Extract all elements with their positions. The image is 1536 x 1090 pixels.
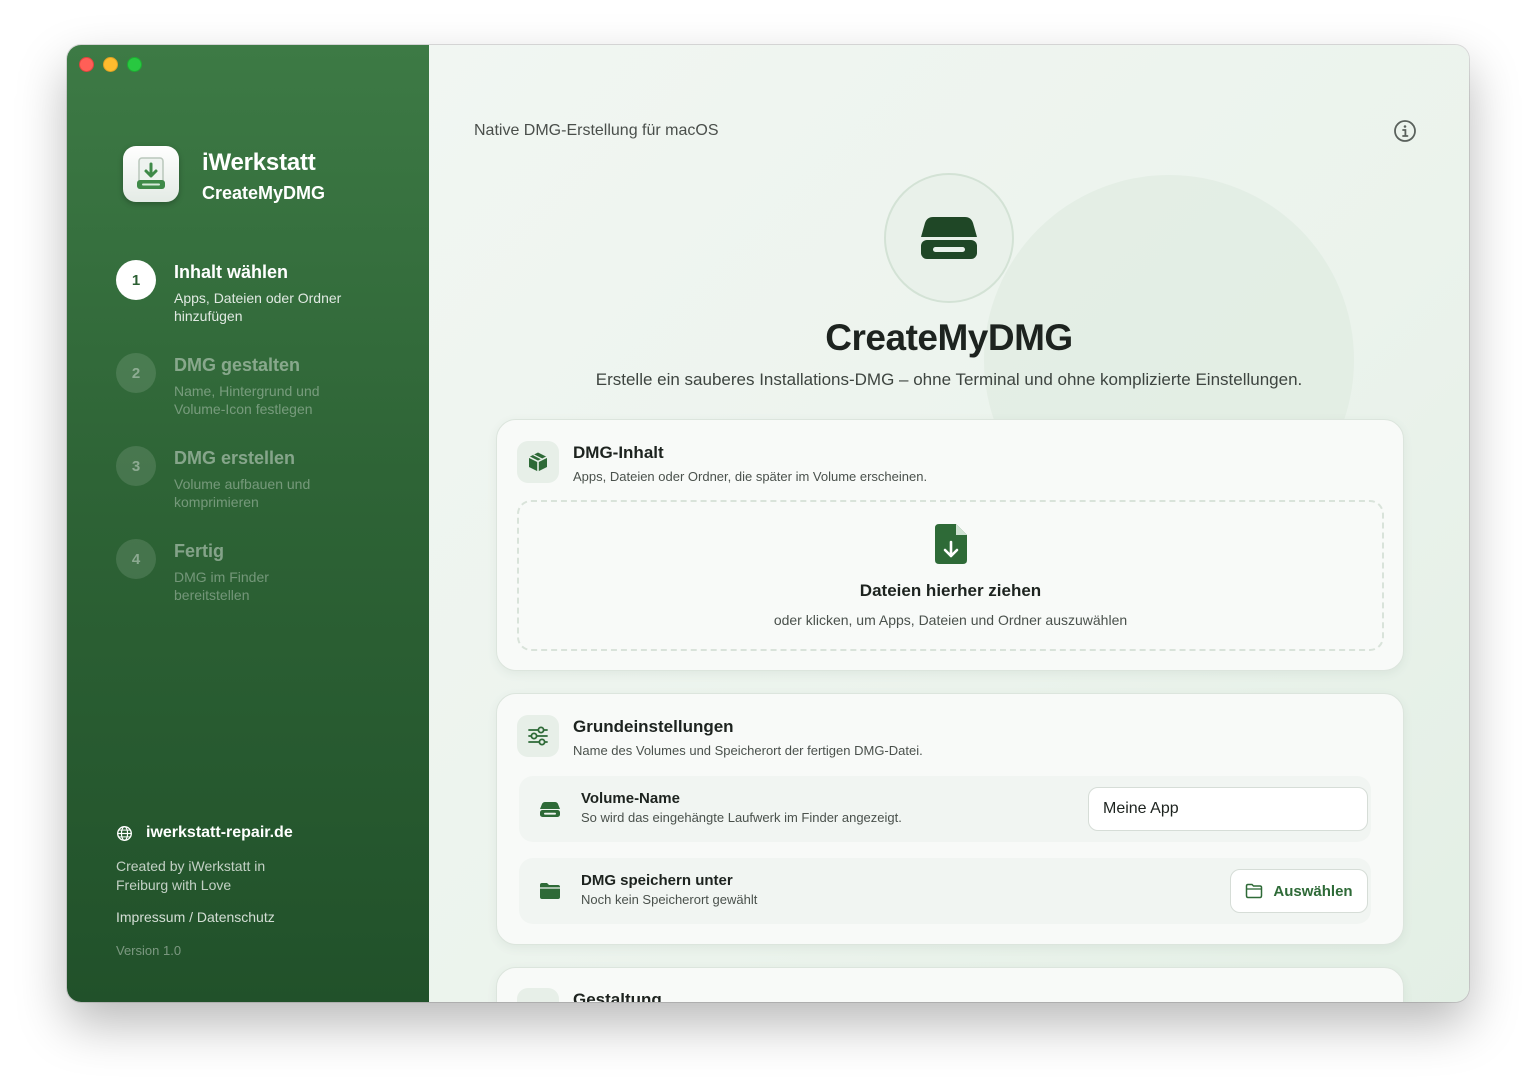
file-download-icon: [935, 524, 967, 564]
step-done[interactable]: 4 Fertig DMG im Finder bereitstellen: [116, 539, 344, 632]
maximize-window-button[interactable]: [127, 57, 142, 72]
card-title: Grundeinstellungen: [573, 717, 734, 736]
card-title: Gestaltung: [573, 990, 662, 1002]
design-card: Gestaltung: [496, 967, 1404, 1002]
card-title: DMG-Inhalt: [573, 443, 664, 462]
brand: iWerkstatt CreateMyDMG: [202, 149, 325, 204]
card-description: Name des Volumes und Speicherort der fer…: [573, 743, 923, 758]
step-description: Volume aufbauen und komprimieren: [174, 476, 311, 510]
sliders-icon: [517, 715, 559, 757]
step-number: 1: [116, 260, 156, 300]
dropzone-subtitle: oder klicken, um Apps, Dateien und Ordne…: [773, 612, 1128, 628]
dropzone-title: Dateien hierher ziehen: [859, 581, 1042, 600]
credit-text: Created by iWerkstatt in Freiburg with L…: [116, 858, 266, 893]
save-location-label: DMG speichern unter: [581, 872, 733, 889]
minimize-window-button[interactable]: [103, 57, 118, 72]
page-title: CreateMyDMG: [825, 317, 1073, 358]
brand-name: iWerkstatt: [202, 149, 316, 176]
step-number: 4: [116, 539, 156, 579]
folder-icon: [540, 883, 560, 899]
package-icon: [517, 441, 559, 483]
settings-card: Grundeinstellungen Name des Volumes und …: [496, 693, 1404, 945]
volume-name-input[interactable]: [1088, 787, 1368, 831]
brush-icon: [517, 988, 559, 1002]
website-link[interactable]: iwerkstatt-repair.de: [116, 824, 316, 842]
volume-name-label: Volume-Name: [581, 790, 680, 807]
card-header: Grundeinstellungen Name des Volumes und …: [517, 715, 923, 758]
app-name: CreateMyDMG: [202, 183, 326, 203]
legal-link[interactable]: Impressum / Datenschutz: [116, 909, 316, 925]
step-title: Inhalt wählen: [174, 262, 289, 282]
sidebar-footer: iwerkstatt-repair.de Created by iWerksta…: [116, 824, 316, 958]
close-window-button[interactable]: [79, 57, 94, 72]
app-window: iWerkstatt CreateMyDMG 1 Inhalt wählen A…: [67, 45, 1469, 1002]
step-title: Fertig: [174, 541, 225, 561]
card-header: Gestaltung: [517, 988, 662, 1002]
step-create[interactable]: 3 DMG erstellen Volume aufbauen und komp…: [116, 446, 344, 539]
step-description: DMG im Finder bereitstellen: [174, 569, 269, 603]
globe-icon: [117, 825, 132, 841]
step-title: DMG gestalten: [174, 355, 301, 375]
volume-name-row: Volume-Name So wird das eingehängte Lauf…: [519, 776, 1371, 842]
drive-small-icon: [540, 802, 560, 817]
card-header: DMG-Inhalt Apps, Dateien oder Ordner, di…: [517, 441, 927, 484]
file-dropzone[interactable]: Dateien hierher ziehen oder klicken, um …: [517, 500, 1384, 651]
step-number: 3: [116, 446, 156, 486]
page-subtitle: Native DMG-Erstellung für macOS: [474, 122, 719, 139]
window-controls: [79, 57, 142, 72]
info-icon[interactable]: [1393, 119, 1417, 143]
card-description: Apps, Dateien oder Ordner, die später im…: [573, 469, 928, 484]
content-card: DMG-Inhalt Apps, Dateien oder Ordner, di…: [496, 419, 1404, 671]
save-location-status: Noch kein Speicherort gewählt: [581, 892, 758, 907]
step-design[interactable]: 2 DMG gestalten Name, Hintergrund und Vo…: [116, 353, 344, 446]
step-title: DMG erstellen: [174, 448, 296, 468]
step-description: Name, Hintergrund und Volume-Icon festle…: [174, 383, 320, 417]
step-list: 1 Inhalt wählen Apps, Dateien oder Ordne…: [116, 260, 344, 632]
page-description: Erstelle ein sauberes Installations-DMG …: [595, 370, 1303, 389]
folder-outline-icon: [1246, 883, 1263, 899]
step-description: Apps, Dateien oder Ordner hinzufügen: [174, 290, 342, 324]
choose-location-label: Auswählen: [1273, 882, 1353, 900]
main-panel: Native DMG-Erstellung für macOS CreateMy…: [429, 45, 1469, 1002]
website-label: iwerkstatt-repair.de: [146, 824, 293, 841]
step-content[interactable]: 1 Inhalt wählen Apps, Dateien oder Ordne…: [116, 260, 344, 353]
drive-icon: [884, 173, 1014, 303]
choose-location-button[interactable]: Auswählen: [1230, 869, 1368, 913]
step-number: 2: [116, 353, 156, 393]
version-label: Version 1.0: [116, 943, 182, 958]
volume-name-description: So wird das eingehängte Laufwerk im Find…: [581, 810, 902, 825]
app-logo-icon: [123, 146, 179, 202]
sidebar: iWerkstatt CreateMyDMG 1 Inhalt wählen A…: [67, 45, 429, 1002]
save-location-row: DMG speichern unter Noch kein Speicheror…: [519, 858, 1371, 924]
